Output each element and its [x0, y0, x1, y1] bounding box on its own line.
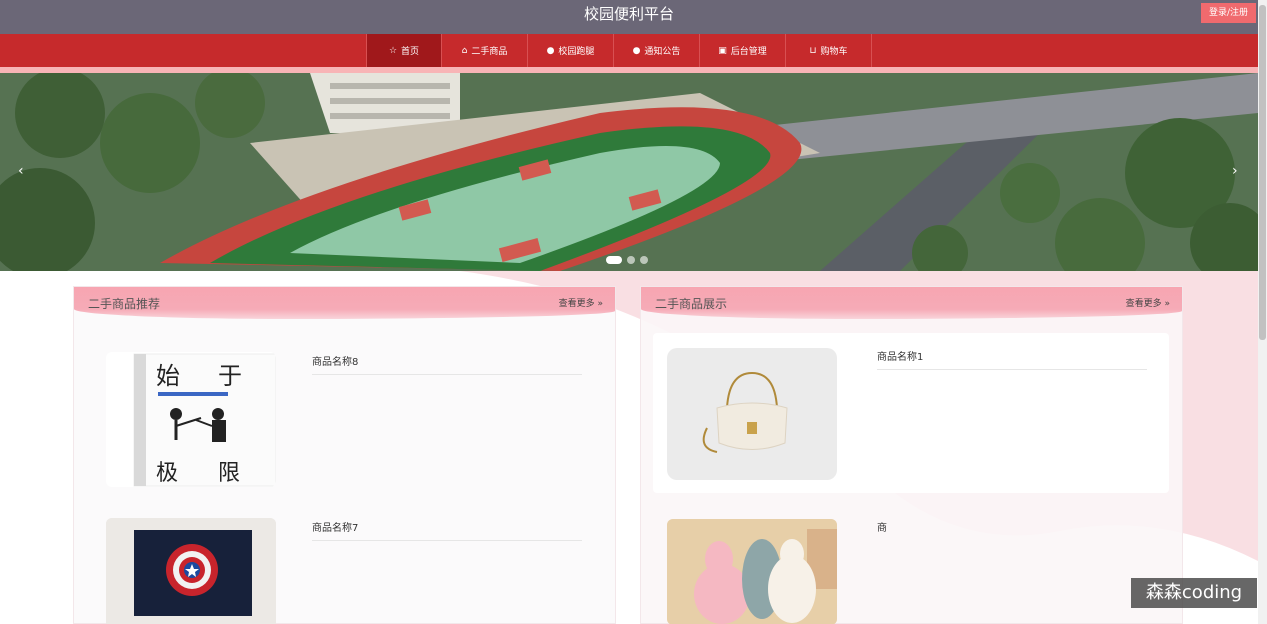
nav-item-label: 后台管理 [730, 47, 767, 57]
nav-item-cart[interactable]: ⊔ 购物车 [786, 34, 872, 67]
view-more-link[interactable]: 查看更多 » [559, 296, 603, 309]
site-title: 校园便利平台 [583, 5, 674, 23]
panel-title: 二手商品推荐 [88, 297, 161, 311]
login-register-button[interactable]: 登录/注册 [1201, 3, 1256, 23]
view-more-link[interactable]: 查看更多 » [1126, 296, 1170, 309]
book-char: 始 [156, 362, 180, 390]
nav-item-label: 校园跑腿 [558, 47, 595, 57]
nav-item-notice[interactable]: ● 通知公告 [614, 34, 700, 67]
banner-dots [606, 256, 648, 264]
book-char: 限 [218, 461, 240, 486]
nav-item-label: 通知公告 [644, 47, 681, 57]
shield-flag-image [106, 518, 276, 624]
nav-item-label: 首页 [401, 47, 420, 57]
banner-next-arrow[interactable]: › [1232, 163, 1238, 179]
book-char: 于 [218, 362, 242, 390]
banner-dot[interactable] [606, 256, 622, 264]
recommend-panel: 二手商品推荐 查看更多 » 始 于 极 限 商品名称8 商品名称7 [73, 286, 616, 624]
campus-banner-image [0, 73, 1258, 271]
scrollbar-thumb[interactable] [1259, 5, 1266, 340]
watermark: 森森coding [1131, 578, 1257, 608]
product-name[interactable]: 商 [877, 519, 1147, 540]
question-icon: ● [632, 45, 641, 56]
main-nav: ☆ 首页 ⌂ 二手商品 ● 校园跑腿 ● 通知公告 ▣ 后台管理 ⊔ 购物车 [0, 34, 1258, 67]
view-more-label: 查看更多 [558, 299, 595, 309]
view-more-label: 查看更多 [1125, 299, 1162, 309]
nav-item-admin[interactable]: ▣ 后台管理 [700, 34, 786, 67]
book-char: 极 [156, 461, 178, 486]
handbag-image [702, 371, 788, 453]
shop-icon: ⌂ [461, 45, 468, 56]
box-icon: ▣ [718, 45, 727, 56]
display-panel: 二手商品展示 查看更多 » 商品名称1 商 [640, 286, 1183, 624]
nav-item-label: 购物车 [820, 47, 848, 57]
double-chevron-icon: » [1164, 299, 1170, 309]
info-icon: ● [546, 45, 555, 56]
star-icon: ☆ [388, 45, 398, 56]
banner-prev-arrow[interactable]: ‹ [18, 163, 24, 179]
nav-item-errand[interactable]: ● 校园跑腿 [528, 34, 614, 67]
nav-item-secondhand[interactable]: ⌂ 二手商品 [442, 34, 528, 67]
book-cover-image: 始 于 极 限 [133, 353, 276, 487]
product-name[interactable]: 商品名称7 [312, 519, 582, 541]
product-name[interactable]: 商品名称8 [312, 353, 582, 375]
double-chevron-icon: » [597, 299, 603, 309]
banner-dot[interactable] [640, 256, 648, 264]
product-name[interactable]: 商品名称1 [877, 348, 1147, 370]
panel-title: 二手商品展示 [655, 297, 728, 311]
product-image[interactable] [106, 518, 276, 624]
product-image[interactable]: 始 于 极 限 [106, 352, 276, 487]
nav-item-home[interactable]: ☆ 首页 [366, 34, 442, 67]
nav-item-label: 二手商品 [471, 47, 508, 57]
alpaca-plush-image [667, 519, 837, 624]
banner-carousel[interactable]: ‹ › [0, 73, 1258, 271]
product-image[interactable] [667, 348, 837, 480]
product-image[interactable] [667, 519, 837, 624]
cart-icon: ⊔ [809, 45, 817, 56]
nav-list: ☆ 首页 ⌂ 二手商品 ● 校园跑腿 ● 通知公告 ▣ 后台管理 ⊔ 购物车 [366, 34, 872, 67]
banner-dot[interactable] [627, 256, 635, 264]
